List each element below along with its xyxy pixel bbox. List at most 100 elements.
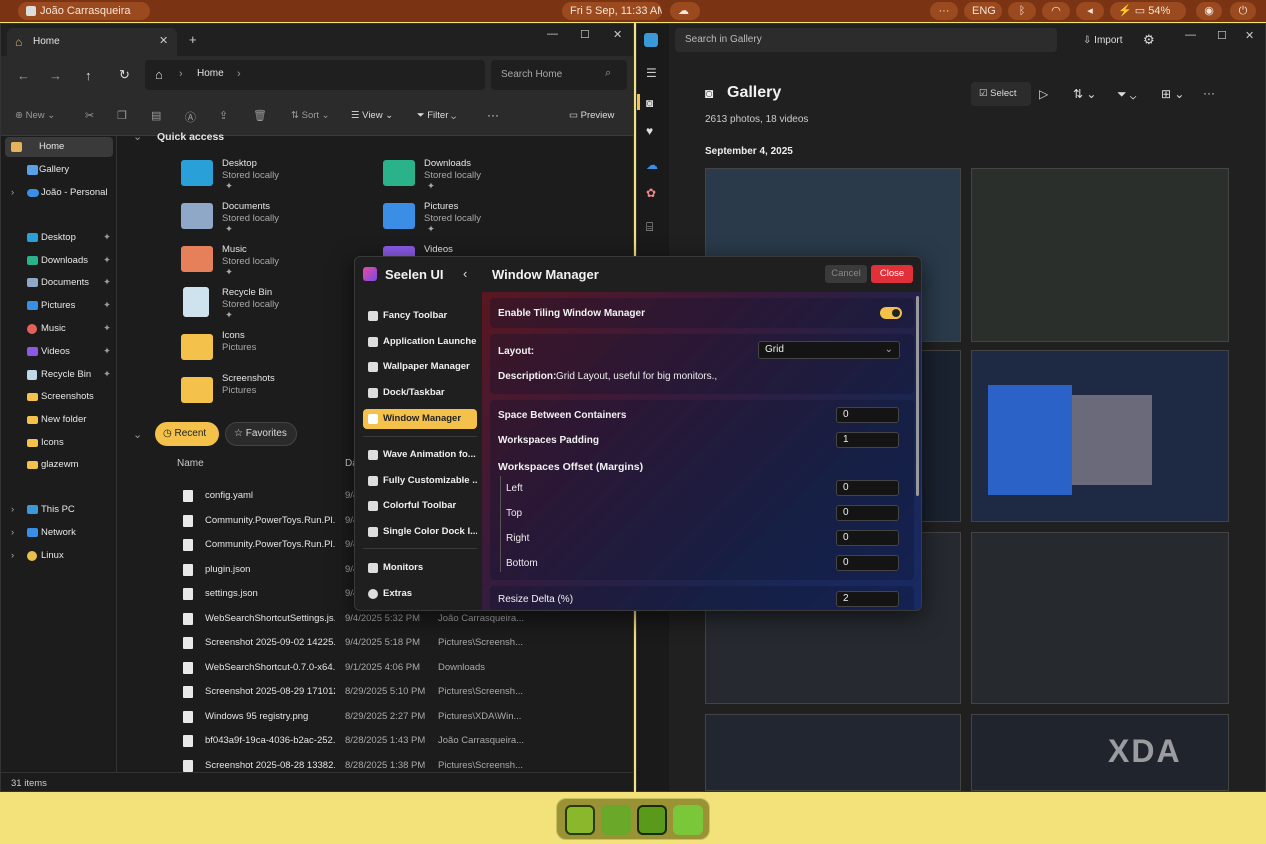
forward-icon[interactable]: →	[49, 68, 62, 83]
refresh-icon[interactable]: ↻	[119, 67, 130, 83]
new-tab-icon[interactable]: +	[189, 32, 197, 47]
file-row[interactable]: Windows 95 registry.png 8/29/2025 2:27 PM…	[179, 705, 619, 729]
sidebar-item-this-pc[interactable]: › This PC	[11, 500, 75, 520]
share-icon[interactable]: ⇪	[219, 109, 228, 122]
weather-icon[interactable]: ☁	[670, 2, 700, 20]
sidebar-item-onedrive[interactable]: › João - Personal	[11, 183, 108, 203]
wifi-icon[interactable]: ◠	[1042, 2, 1070, 20]
sidebar-item-downloads[interactable]: Downloads ✦	[25, 251, 111, 271]
gallery-search-input[interactable]: Search in Gallery	[685, 34, 762, 45]
photo-thumbnail[interactable]	[705, 714, 961, 791]
resize-input[interactable]: 2	[836, 591, 899, 607]
datetime-pill[interactable]: Fri 5 Sep, 11:33 AM	[562, 2, 662, 20]
sort-icon[interactable]: ⇅ ⌄	[1073, 87, 1096, 101]
quick-access-item[interactable]: Music Stored locally ✦	[181, 244, 371, 284]
pin-icon[interactable]: ✦	[103, 251, 111, 271]
scrollbar[interactable]	[916, 296, 919, 496]
column-name[interactable]: Name	[177, 458, 204, 469]
photo-thumbnail[interactable]: XDA	[971, 714, 1229, 791]
sidebar-item-videos[interactable]: Videos ✦	[25, 342, 111, 362]
more-options-icon[interactable]: ···	[1203, 86, 1215, 100]
close-button[interactable]: Close	[871, 265, 913, 283]
close-window-icon[interactable]: ✕	[613, 28, 622, 41]
pin-icon[interactable]: ✦	[103, 228, 111, 248]
padding-input[interactable]: 1	[836, 432, 899, 448]
sidebar-item-glazewm[interactable]: glazewm	[25, 455, 79, 475]
cancel-button[interactable]: Cancel	[825, 265, 867, 283]
close-window-icon[interactable]: ✕	[1245, 29, 1254, 42]
quick-access-item[interactable]: Pictures Stored locally ✦	[383, 201, 573, 241]
quick-access-item[interactable]: Recycle Bin Stored locally ✦	[181, 287, 371, 327]
sidebar-item-new-folder[interactable]: New folder	[25, 410, 86, 430]
tab-recent[interactable]: ◷ Recent	[155, 422, 219, 446]
volume-icon[interactable]: ◂	[1076, 2, 1104, 20]
gallery-search[interactable]: Search in Gallery	[675, 28, 1057, 52]
preview-button[interactable]: ▭ Preview	[569, 110, 614, 121]
sidebar-item-music[interactable]: Music ✦	[25, 319, 111, 339]
slideshow-icon[interactable]: ▷	[1039, 87, 1048, 101]
chevron-down-icon[interactable]: ⌄	[133, 130, 142, 143]
nav-item-app-launcher[interactable]: Application Launcher	[363, 332, 477, 352]
nav-item-extras[interactable]: Extras	[363, 584, 477, 604]
menu-icon[interactable]: ☰	[646, 66, 657, 80]
maximize-icon[interactable]: ☐	[1217, 29, 1227, 42]
rename-icon[interactable]: Ⓐ	[185, 109, 196, 125]
nav-item-dock-taskbar[interactable]: Dock/Taskbar	[363, 383, 477, 403]
notification-icon[interactable]: ◉	[1196, 2, 1222, 20]
sidebar-item-linux[interactable]: › Linux	[11, 546, 64, 566]
sidebar-item-gallery[interactable]: Gallery	[25, 160, 69, 180]
heart-icon[interactable]: ♥	[646, 124, 653, 138]
sidebar-item-network[interactable]: › Network	[11, 523, 76, 543]
quick-access-item[interactable]: Icons Pictures	[181, 330, 371, 370]
tab-home[interactable]: ⌂ Home ✕	[7, 28, 177, 56]
file-row[interactable]: Screenshot 2025-08-28 13382... 8/28/2025 …	[179, 754, 619, 778]
more-icon[interactable]: ···	[930, 2, 958, 20]
battery-pill[interactable]: ⚡ ▭ 54%	[1110, 2, 1186, 20]
layout-icon[interactable]: ⊞ ⌄	[1161, 87, 1184, 101]
pin-icon[interactable]: ✦	[103, 273, 111, 293]
pin-icon[interactable]: ✦	[103, 319, 111, 339]
power-menu-icon[interactable]: ⏻	[1230, 2, 1256, 20]
file-row[interactable]: Screenshot 2025-08-29 171012... 8/29/2025…	[179, 680, 619, 704]
close-tab-icon[interactable]: ✕	[159, 34, 168, 47]
copy-icon[interactable]: ❐	[117, 109, 127, 122]
select-button[interactable]: ☑ Select	[971, 82, 1031, 106]
device-icon[interactable]: ⌸	[646, 220, 653, 235]
more-options-icon[interactable]: ···	[487, 108, 499, 122]
window-manager-dock-icon[interactable]	[637, 805, 667, 835]
minimize-icon[interactable]: —	[547, 28, 558, 40]
quick-access-item[interactable]: Documents Stored locally ✦	[181, 201, 371, 241]
pin-icon[interactable]: ✦	[103, 342, 111, 362]
photo-thumbnail[interactable]	[971, 168, 1229, 342]
right-input[interactable]: 0	[836, 530, 899, 546]
nav-item-wallpaper-manager[interactable]: Wallpaper Manager	[363, 357, 477, 377]
chevron-down-icon[interactable]: ⌄	[133, 428, 142, 441]
enable-toggle[interactable]	[880, 307, 902, 319]
sort-button[interactable]: ⇅ Sort ⌄	[291, 110, 330, 121]
sidebar-item-recycle-bin[interactable]: Recycle Bin ✦	[25, 365, 111, 385]
minimize-icon[interactable]: —	[1185, 29, 1196, 41]
settings-icon[interactable]: ⚙	[1143, 32, 1155, 48]
folder-dock-icon[interactable]	[601, 805, 631, 835]
photo-thumbnail[interactable]	[971, 532, 1229, 704]
tab-favorites[interactable]: ☆ Favorites	[225, 422, 297, 446]
language-pill[interactable]: ENG	[964, 2, 1002, 20]
nav-item-fancy-toolbar[interactable]: Fancy Toolbar	[363, 306, 477, 326]
bluetooth-icon[interactable]: ᛒ	[1008, 2, 1036, 20]
sidebar-item-pictures[interactable]: Pictures ✦	[25, 296, 111, 316]
maximize-icon[interactable]: ☐	[580, 28, 590, 41]
cut-icon[interactable]: ✂	[85, 109, 94, 122]
pin-icon[interactable]: ✦	[103, 365, 111, 385]
sidebar-item-desktop[interactable]: Desktop ✦	[25, 228, 111, 248]
photos-dock-icon[interactable]	[673, 805, 703, 835]
filter-button[interactable]: ⏷ Filter ⌄	[417, 110, 456, 121]
nav-item-theme[interactable]: Wave Animation fo...	[363, 445, 477, 465]
file-row[interactable]: WebSearchShortcut-0.7.0-x64... 9/1/2025 4…	[179, 656, 619, 680]
address-bar[interactable]: ⌂ › Home ›	[145, 60, 485, 90]
quick-access-item[interactable]: Screenshots Pictures	[181, 373, 371, 413]
user-pill[interactable]: João Carrasqueira	[18, 2, 150, 20]
space-input[interactable]: 0	[836, 407, 899, 423]
bottom-input[interactable]: 0	[836, 555, 899, 571]
nav-item-theme[interactable]: Fully Customizable ...	[363, 471, 477, 491]
delete-icon[interactable]: 🗑	[253, 109, 267, 122]
